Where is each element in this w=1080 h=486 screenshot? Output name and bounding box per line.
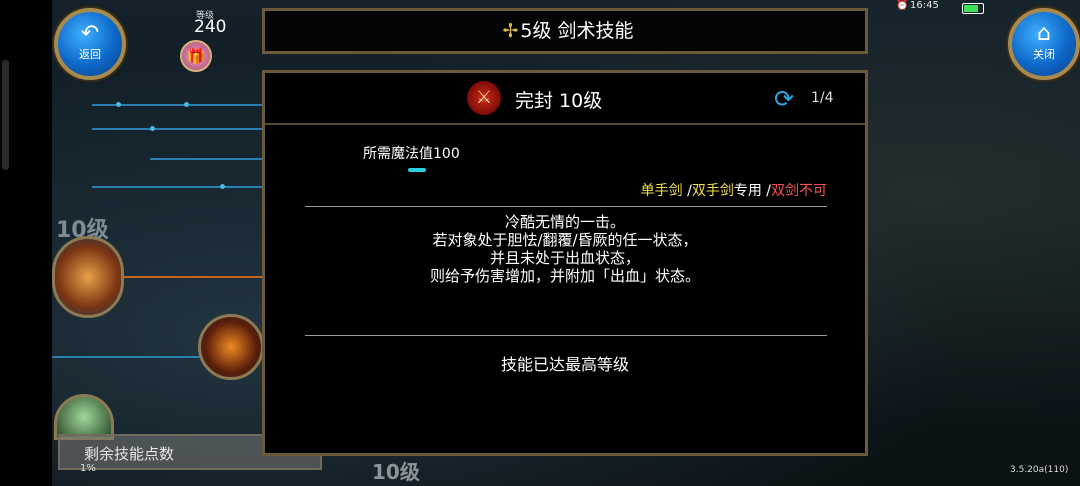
weapon-double: 双手剑 xyxy=(691,183,734,199)
skill-orb-sword[interactable] xyxy=(52,236,124,318)
weapon-sep: / xyxy=(761,183,771,199)
divider xyxy=(305,206,827,207)
description-line: 则给予伤害增加，并附加「出血」状态。 xyxy=(429,267,700,285)
weapon-sep: / xyxy=(682,183,692,199)
tree-line-orange xyxy=(120,276,262,278)
back-button[interactable]: ↶ 返回 xyxy=(54,8,126,80)
progress-percent: 1% xyxy=(80,463,96,474)
left-bezel xyxy=(0,0,52,486)
clock: 16:45 xyxy=(910,0,939,11)
battery-icon xyxy=(962,3,984,14)
gift-icon[interactable]: 🎁 xyxy=(180,40,212,72)
divider xyxy=(305,335,827,336)
panel-header: ⚔ 完封 10级 ⟳ 1/4 xyxy=(265,73,865,125)
skill-orb-fire[interactable] xyxy=(198,314,264,380)
skill-detail-panel: ⚔ 完封 10级 ⟳ 1/4 所需魔法值100 单手剑 /双手剑专用 /双剑不可… xyxy=(262,70,868,456)
home-icon: ⌂ xyxy=(1037,21,1051,46)
description-line: 冷酷无情的一击。 xyxy=(504,213,625,231)
remaining-points-label: 剩余技能点数 xyxy=(84,445,175,463)
page-count: 1/4 xyxy=(811,90,834,106)
description-line: 并且未处于出血状态， xyxy=(489,249,640,267)
weapon-single: 单手剑 xyxy=(640,183,683,199)
back-arrow-icon: ↶ xyxy=(80,21,100,46)
weapon-dual: 双剑不可 xyxy=(771,183,827,199)
back-label: 返回 xyxy=(79,48,101,61)
mp-bar xyxy=(408,168,426,172)
tree-node xyxy=(184,102,189,107)
tree-node xyxy=(150,126,155,131)
skill-description: 冷酷无情的一击。 若对象处于胆怯/翻覆/昏厥的任一状态， 并且未处于出血状态， … xyxy=(265,213,865,285)
bg-skill-level-bottom: 10级 xyxy=(372,460,420,484)
alarm-icon: ⏰ xyxy=(896,0,909,11)
tree-line xyxy=(150,158,262,160)
close-label: 关闭 xyxy=(1033,48,1055,61)
header-title: 5级 剑术技能 xyxy=(520,20,634,42)
tree-node xyxy=(220,184,225,189)
tree-line xyxy=(92,186,262,188)
camera-notch xyxy=(2,60,9,170)
weapon-requirements: 单手剑 /双手剑专用 /双剑不可 xyxy=(265,180,827,200)
weapon-only: 专用 xyxy=(733,183,762,199)
refresh-icon[interactable]: ⟳ xyxy=(774,85,794,113)
mp-required: 所需魔法值100 xyxy=(363,146,460,162)
skill-name: 完封 10级 xyxy=(515,90,603,112)
version-label: 3.5.20a(110) xyxy=(1010,465,1069,475)
max-level-text: 技能已达最高等级 xyxy=(500,355,629,374)
player-level: 240 xyxy=(194,17,227,37)
header-title-row: ✢ 5级 剑术技能 xyxy=(265,11,871,51)
header-bar: ✢ 5级 剑术技能 xyxy=(262,8,868,54)
sword-skill-icon: ✢ xyxy=(502,20,519,42)
description-line: 若对象处于胆怯/翻覆/昏厥的任一状态， xyxy=(432,231,698,249)
tree-line xyxy=(92,128,262,130)
tree-node xyxy=(116,102,121,107)
red-emblem-icon: ⚔ xyxy=(467,81,501,115)
close-button[interactable]: ⌂ 关闭 xyxy=(1008,8,1080,80)
